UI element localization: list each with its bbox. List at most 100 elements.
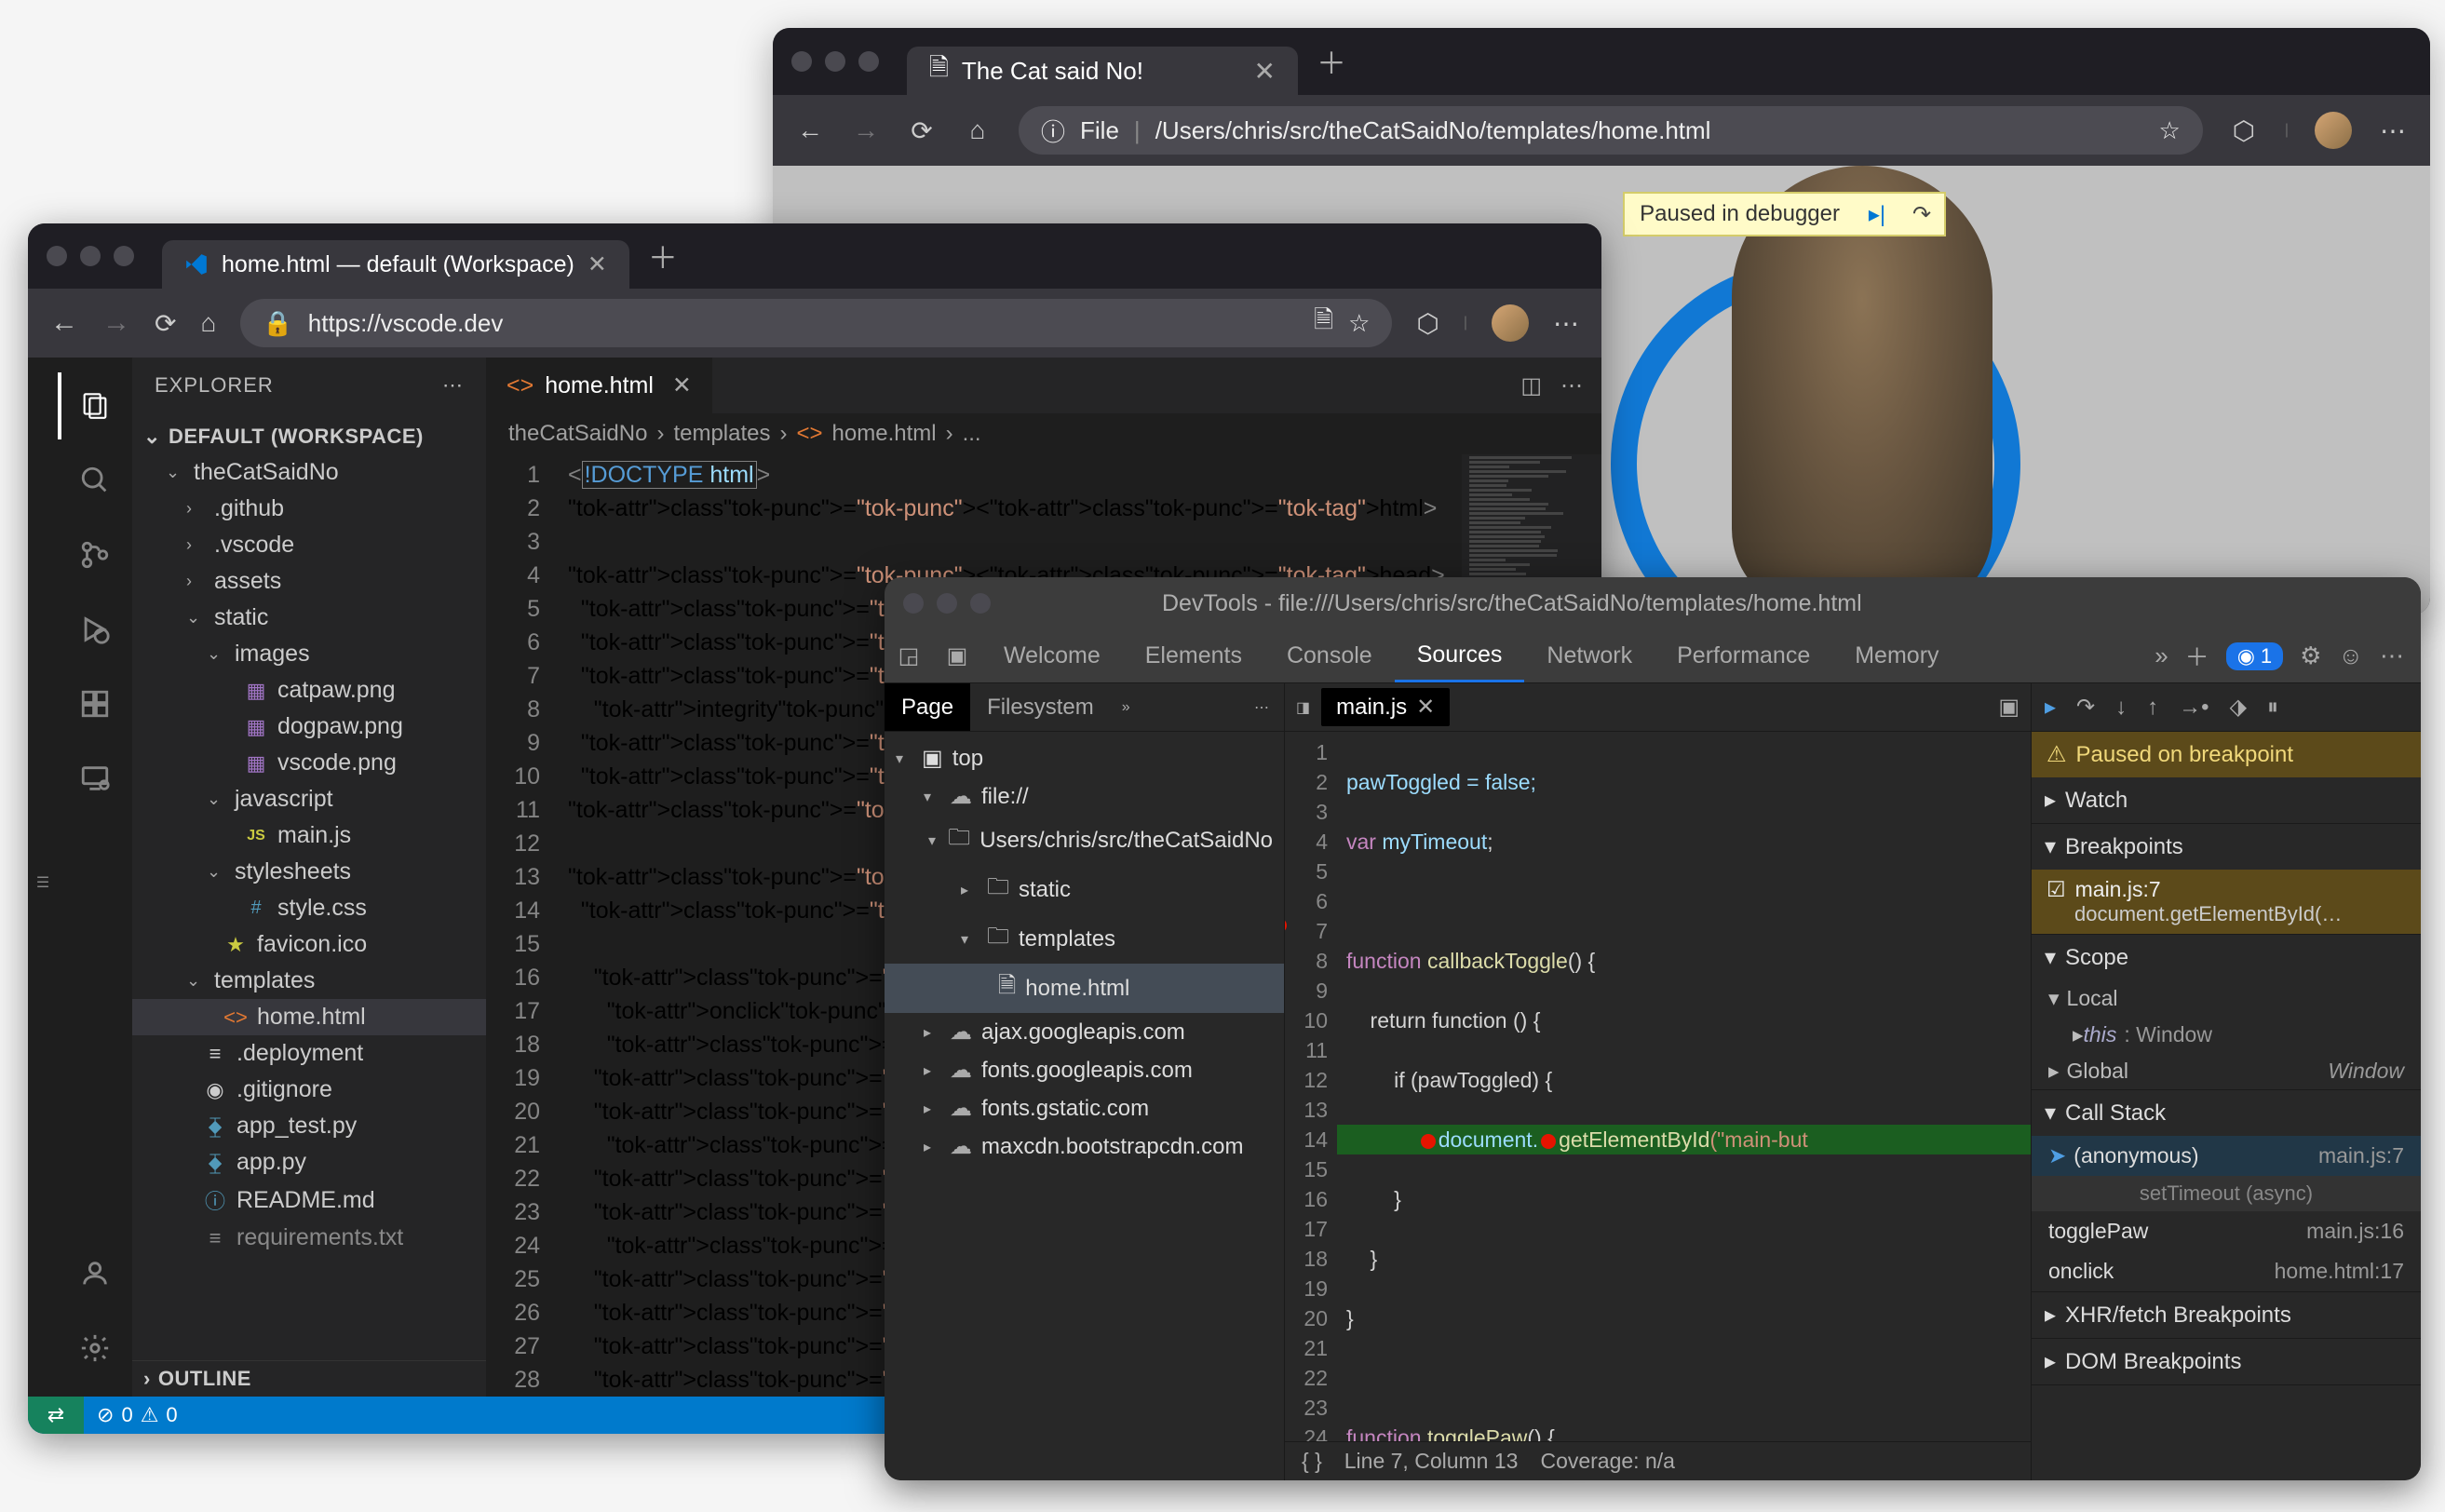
scope-local[interactable]: ▾Local xyxy=(2032,980,2421,1017)
reader-icon[interactable]: 🗎 xyxy=(1314,303,1333,344)
editor-tab-home[interactable]: <> home.html ✕ xyxy=(486,358,713,413)
home-button[interactable]: ⌂ xyxy=(963,115,993,145)
nav-tab-page[interactable]: Page xyxy=(885,683,970,731)
nav-tab-filesystem[interactable]: Filesystem xyxy=(970,683,1111,731)
file-requirements[interactable]: ≡requirements.txt xyxy=(132,1220,486,1256)
checkbox-icon[interactable]: ☑ xyxy=(2047,877,2066,901)
tree-fontsstatic[interactable]: ▸☁fonts.gstatic.com xyxy=(885,1089,1284,1127)
step-out-icon[interactable]: ↑ xyxy=(2147,695,2158,721)
settings-icon[interactable]: ⚙ xyxy=(2300,641,2321,670)
folder-stylesheets[interactable]: ⌄stylesheets xyxy=(132,854,486,890)
more-nav-icon[interactable]: » xyxy=(1111,699,1141,716)
favorite-icon[interactable]: ☆ xyxy=(2159,116,2181,145)
address-bar[interactable]: ⓘ File | /Users/chris/src/theCatSaidNo/t… xyxy=(1019,106,2203,155)
file-homehtml[interactable]: <>home.html xyxy=(132,999,486,1035)
file-gitignore[interactable]: ◉.gitignore xyxy=(132,1072,486,1108)
xhr-header[interactable]: ▸XHR/fetch Breakpoints xyxy=(2032,1292,2421,1338)
folder-vscode[interactable]: ›.vscode xyxy=(132,527,486,563)
tree-ajax[interactable]: ▸☁ajax.googleapis.com xyxy=(885,1013,1284,1051)
reload-button[interactable]: ⟳ xyxy=(155,308,176,339)
device-icon[interactable]: ▣ xyxy=(933,629,981,682)
folder-github[interactable]: ›.github xyxy=(132,491,486,527)
tab-sources[interactable]: Sources xyxy=(1395,629,1525,682)
callstack-frame-1[interactable]: togglePawmain.js:16 xyxy=(2032,1211,2421,1251)
folder-root[interactable]: ⌄theCatSaidNo xyxy=(132,454,486,491)
close-tab-icon[interactable]: ✕ xyxy=(672,371,692,399)
close-window-button[interactable] xyxy=(791,51,812,72)
extensions-icon[interactable]: ⬡ xyxy=(1416,308,1439,339)
dom-header[interactable]: ▸DOM Breakpoints xyxy=(2032,1339,2421,1384)
run-debug-activity[interactable] xyxy=(58,596,132,663)
error-badge[interactable]: ◉1 xyxy=(2226,642,2283,670)
workspace-title[interactable]: ⌄DEFAULT (WORKSPACE) xyxy=(132,419,486,454)
split-editor-icon[interactable]: ◫ xyxy=(1520,372,1542,399)
folder-javascript[interactable]: ⌄javascript xyxy=(132,781,486,817)
profile-avatar[interactable] xyxy=(1492,304,1529,342)
pretty-print-icon[interactable]: { } xyxy=(1302,1449,1322,1474)
file-mainjs[interactable]: JSmain.js xyxy=(132,817,486,854)
tab-console[interactable]: Console xyxy=(1264,629,1395,682)
folder-templates[interactable]: ⌄templates xyxy=(132,963,486,999)
tab-elements[interactable]: Elements xyxy=(1123,629,1264,682)
forward-button[interactable]: → xyxy=(851,115,881,145)
tree-top[interactable]: ▾▣top xyxy=(885,739,1284,777)
menu-button[interactable]: ☰ xyxy=(28,358,58,1397)
maximize-window-button[interactable] xyxy=(114,246,134,266)
nav-menu-icon[interactable]: ⋯ xyxy=(1254,698,1284,717)
file-vscodepng[interactable]: ▦vscode.png xyxy=(132,745,486,781)
account-activity[interactable] xyxy=(58,1240,132,1307)
tab-network[interactable]: Network xyxy=(1524,629,1655,682)
scope-header[interactable]: ▾Scope xyxy=(2032,935,2421,980)
maximize-window-button[interactable] xyxy=(858,51,879,72)
explorer-activity[interactable] xyxy=(58,372,132,439)
code-content[interactable]: pawToggled = false; var myTimeout; funct… xyxy=(1337,732,2031,1441)
browser-tab[interactable]: 🗎 The Cat said No! ✕ xyxy=(907,47,1298,95)
breakpoint-item[interactable]: ☑main.js:7 document.getElementById(… xyxy=(2032,870,2421,934)
add-tab-icon[interactable]: ＋ xyxy=(2185,639,2209,673)
favorite-icon[interactable]: ☆ xyxy=(1348,309,1370,338)
scope-this[interactable]: ▸this: Window xyxy=(2032,1017,2421,1053)
forward-button[interactable]: → xyxy=(102,307,130,339)
watch-header[interactable]: ▸Watch xyxy=(2032,777,2421,823)
tree-userpath[interactable]: ▾🗀Users/chris/src/theCatSaidNo xyxy=(885,816,1284,865)
inspect-icon[interactable]: ◲ xyxy=(885,629,933,682)
resume-button[interactable]: ▸| xyxy=(1855,194,1899,235)
tree-templates[interactable]: ▾🗀templates xyxy=(885,914,1284,964)
minimize-window-button[interactable] xyxy=(80,246,101,266)
minimize-window-button[interactable] xyxy=(937,593,957,614)
file-apptest[interactable]: ⧱app_test.py xyxy=(132,1108,486,1144)
dock-icon[interactable]: ◨ xyxy=(1296,698,1310,717)
resume-icon[interactable]: ▸ xyxy=(2045,694,2056,721)
sources-code[interactable]: 123456789101112131415161718192021222324 … xyxy=(1285,732,2031,1441)
menu-icon[interactable]: ⋯ xyxy=(2378,115,2408,145)
new-tab-button[interactable]: ＋ xyxy=(648,235,678,277)
browser-tab[interactable]: home.html — default (Workspace) ✕ xyxy=(162,240,629,289)
new-tab-button[interactable]: ＋ xyxy=(1317,40,1346,83)
file-stylecss[interactable]: #style.css xyxy=(132,890,486,926)
back-button[interactable]: ← xyxy=(50,307,78,339)
close-tab-icon[interactable]: ✕ xyxy=(1416,694,1435,721)
menu-icon[interactable]: ⋯ xyxy=(2380,641,2404,670)
settings-activity[interactable] xyxy=(58,1315,132,1382)
explorer-menu-icon[interactable]: ⋯ xyxy=(442,373,464,398)
tab-performance[interactable]: Performance xyxy=(1655,629,1832,682)
toggle-panel-icon[interactable]: ▣ xyxy=(1998,694,2019,721)
tree-static[interactable]: ▸🗀static xyxy=(885,865,1284,914)
tab-memory[interactable]: Memory xyxy=(1832,629,1961,682)
remote-indicator[interactable]: ⇄ xyxy=(28,1397,84,1434)
tree-fontsapi[interactable]: ▸☁fonts.googleapis.com xyxy=(885,1051,1284,1089)
folder-assets[interactable]: ›assets xyxy=(132,563,486,600)
extensions-icon[interactable]: ⬡ xyxy=(2229,115,2259,145)
folder-images[interactable]: ⌄images xyxy=(132,636,486,672)
search-activity[interactable] xyxy=(58,447,132,514)
minimize-window-button[interactable] xyxy=(825,51,845,72)
folder-static[interactable]: ⌄static xyxy=(132,600,486,636)
breakpoints-header[interactable]: ▾Breakpoints xyxy=(2032,824,2421,870)
source-control-activity[interactable] xyxy=(58,521,132,588)
menu-icon[interactable]: ⋯ xyxy=(1553,308,1579,339)
callstack-frame-2[interactable]: onclickhome.html:17 xyxy=(2032,1251,2421,1291)
address-bar[interactable]: 🔒 https://vscode.dev 🗎 ☆ xyxy=(240,299,1392,347)
extensions-activity[interactable] xyxy=(58,670,132,737)
home-button[interactable]: ⌂ xyxy=(200,308,216,338)
step-over-icon[interactable]: ↷ xyxy=(2076,694,2095,721)
